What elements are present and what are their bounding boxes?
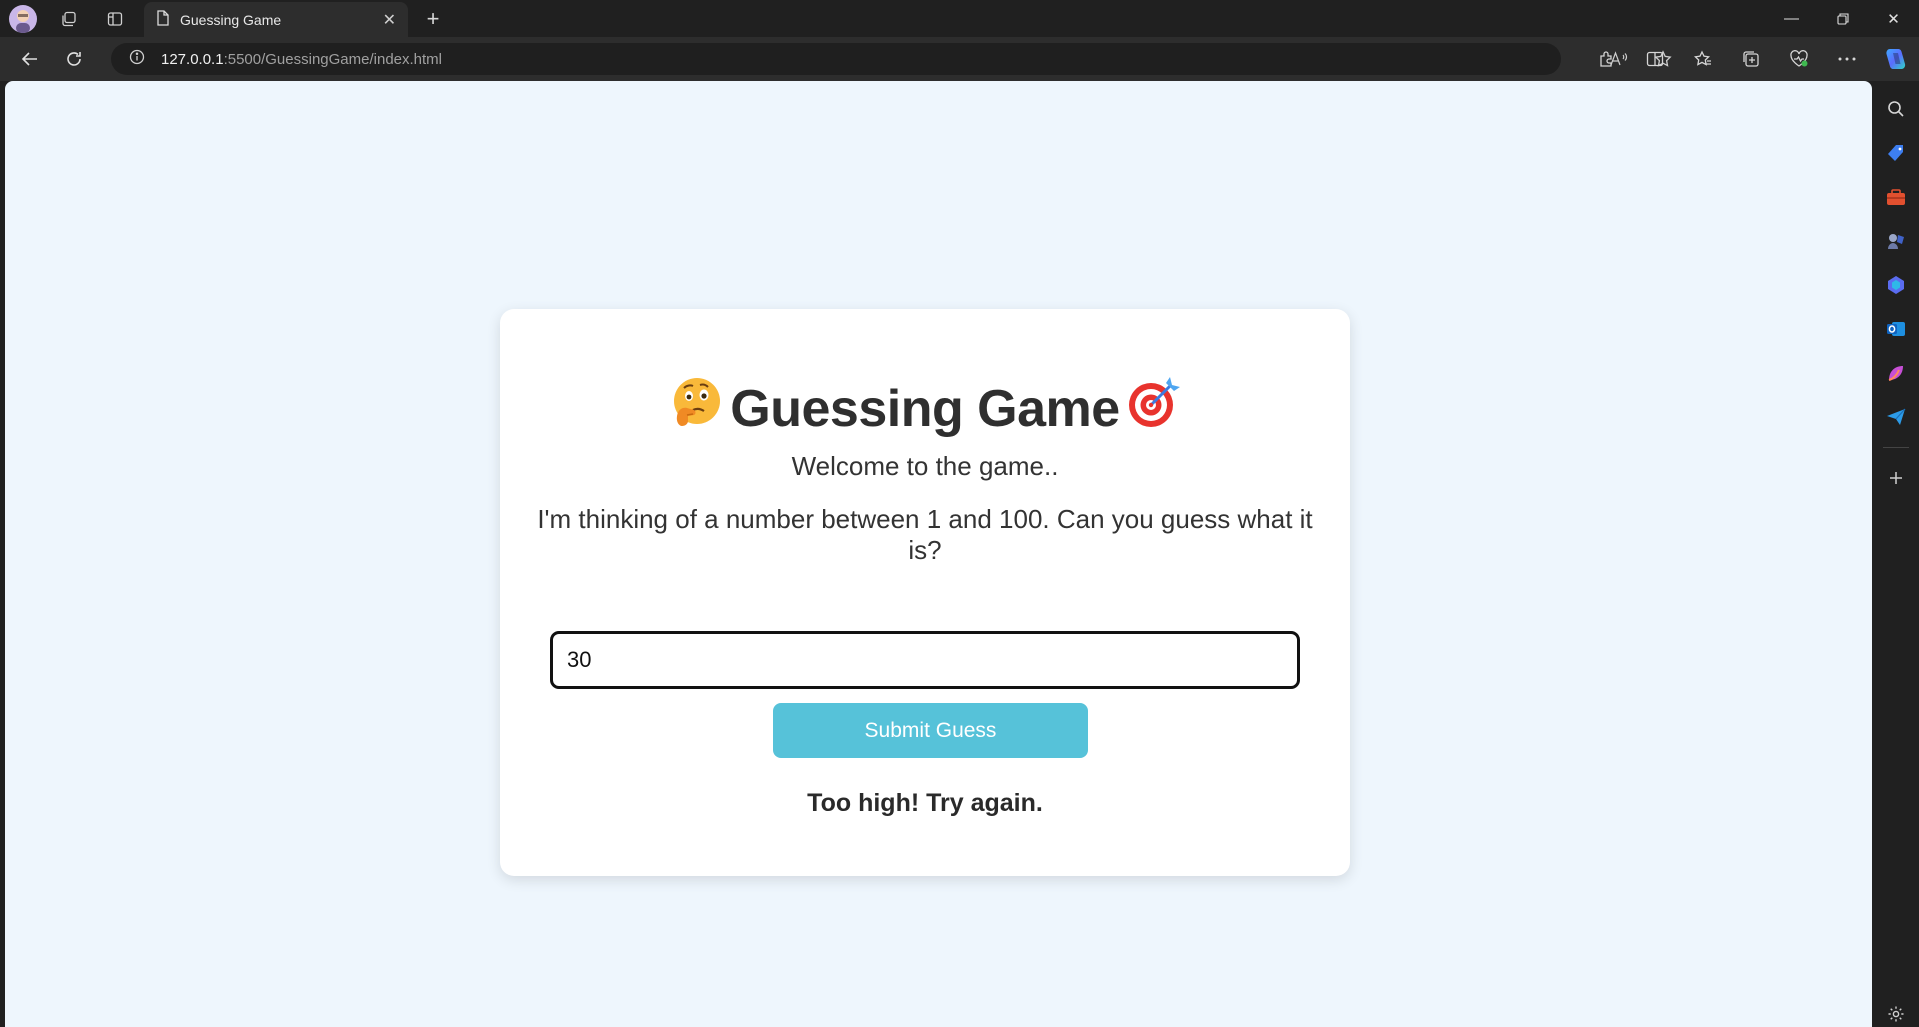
site-info-icon[interactable]	[129, 49, 145, 69]
page-viewport: Guessing Game Welcome to the game.. I'm …	[5, 81, 1872, 1027]
sidebar-shopping-tag-icon[interactable]	[1878, 131, 1914, 175]
submit-guess-button[interactable]: Submit Guess	[773, 703, 1088, 758]
tab-title: Guessing Game	[180, 11, 282, 28]
minimize-icon[interactable]: —	[1766, 0, 1817, 37]
toolbar-actions	[1583, 37, 1919, 81]
sidebar-tools-icon[interactable]	[1878, 175, 1914, 219]
tab-guessing-game[interactable]: Guessing Game ✕	[144, 2, 408, 37]
browser-essentials-icon[interactable]	[1775, 37, 1823, 81]
sidebar-outlook-icon[interactable]	[1878, 307, 1914, 351]
more-options-icon[interactable]	[1823, 37, 1871, 81]
back-icon[interactable]	[8, 41, 52, 77]
welcome-text: Welcome to the game..	[791, 451, 1059, 481]
thinking-face-icon	[664, 375, 730, 442]
page-icon	[156, 10, 170, 29]
sidebar-send-icon[interactable]	[1878, 395, 1914, 439]
restore-icon[interactable]	[1817, 0, 1868, 37]
toolbar: 127.0.0.1:5500/GuessingGame/index.html	[0, 37, 1919, 81]
instructions-text: I'm thinking of a number between 1 and 1…	[537, 504, 1313, 565]
sidebar-games-icon[interactable]	[1878, 219, 1914, 263]
profile-avatar[interactable]	[9, 4, 37, 33]
feedback-message: Too high! Try again.	[807, 789, 1043, 817]
new-tab-icon[interactable]: +	[418, 4, 448, 34]
title-text: Guessing Game	[730, 379, 1120, 438]
page-title: Guessing Game	[500, 375, 1350, 442]
copilot-icon[interactable]	[1871, 37, 1919, 81]
target-dart-icon	[1120, 375, 1186, 442]
collections-icon[interactable]	[1727, 37, 1775, 81]
game-card: Guessing Game Welcome to the game.. I'm …	[500, 309, 1350, 876]
workspaces-icon[interactable]	[46, 0, 92, 37]
tab-bar: Guessing Game ✕ + — ✕	[0, 0, 1919, 37]
sidebar-copilot-icon[interactable]	[1878, 263, 1914, 307]
vertical-tabs-icon[interactable]	[92, 0, 138, 37]
close-window-icon[interactable]: ✕	[1868, 0, 1919, 37]
refresh-icon[interactable]	[52, 41, 96, 77]
address-bar[interactable]: 127.0.0.1:5500/GuessingGame/index.html	[111, 43, 1672, 75]
sidebar-add-icon[interactable]	[1878, 456, 1914, 500]
edge-sidebar	[1872, 81, 1919, 1027]
extensions-icon[interactable]	[1583, 37, 1631, 81]
sidebar-divider	[1882, 447, 1909, 448]
sidebar-designer-icon[interactable]	[1878, 351, 1914, 395]
sidebar-search-icon[interactable]	[1878, 87, 1914, 131]
favorites-icon[interactable]	[1679, 37, 1727, 81]
split-screen-icon[interactable]	[1631, 37, 1679, 81]
sidebar-settings-icon[interactable]	[1872, 1005, 1919, 1023]
url-path: :5500/GuessingGame/index.html	[223, 50, 443, 68]
tab-close-icon[interactable]: ✕	[383, 10, 396, 30]
url-host: 127.0.0.1	[161, 50, 224, 68]
guess-input[interactable]	[550, 631, 1300, 689]
window-controls: — ✕	[1766, 0, 1919, 37]
